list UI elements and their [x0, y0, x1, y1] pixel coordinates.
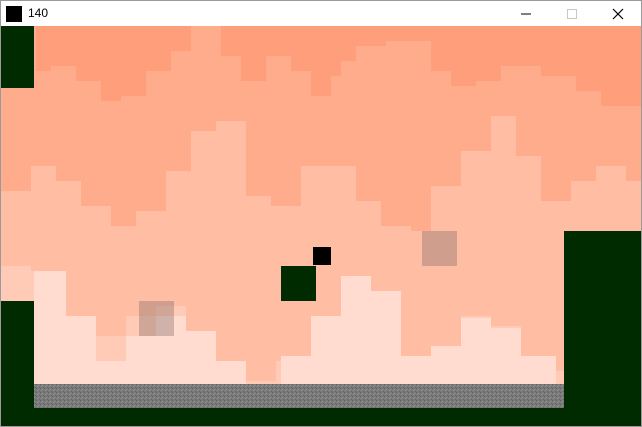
- ground-strip: [34, 384, 564, 408]
- ghost-block-left: [139, 301, 174, 336]
- game-scene[interactable]: [1, 26, 641, 426]
- title-bar[interactable]: 140: [1, 1, 641, 26]
- window-title: 140: [28, 6, 49, 20]
- player[interactable]: [313, 247, 331, 265]
- floor-base: [1, 408, 641, 426]
- game-window: 140: [0, 0, 642, 427]
- enemy-block: [281, 266, 316, 301]
- wall-bottom-left: [1, 301, 34, 426]
- game-canvas-area[interactable]: [1, 26, 641, 426]
- app-icon: [6, 5, 22, 22]
- minimize-icon: [521, 13, 531, 14]
- close-button[interactable]: [595, 1, 641, 26]
- close-icon: [612, 8, 624, 19]
- minimize-button[interactable]: [503, 1, 549, 26]
- window-controls: [503, 1, 641, 26]
- maximize-button[interactable]: [549, 1, 595, 26]
- wall-right: [564, 231, 641, 426]
- wall-top-left: [1, 26, 34, 88]
- maximize-icon: [567, 8, 577, 19]
- ghost-block-right: [422, 231, 457, 266]
